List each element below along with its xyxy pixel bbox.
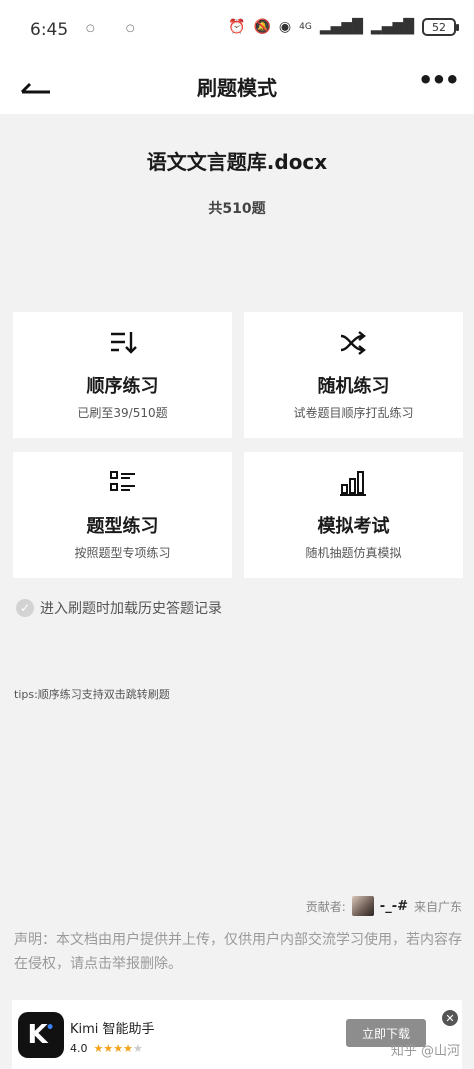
- watermark-text: 知乎 @山河: [390, 1044, 460, 1059]
- page-title: 刷题模式: [197, 76, 277, 100]
- signal-icon-2: ▂▄▆█: [370, 19, 414, 35]
- contributor-info[interactable]: 贡献者: -_-# 来自广东: [306, 896, 462, 916]
- status-notification-dots: ○ ○: [86, 23, 149, 34]
- mode-card-mock-exam[interactable]: 模拟考试 随机抽题仿真模拟: [244, 452, 463, 578]
- signal-icon: ▂▄▆█: [319, 19, 363, 35]
- question-type-list-icon: [109, 471, 135, 491]
- mode-title: 随机练习: [317, 376, 390, 397]
- mode-card-question-type[interactable]: 题型练习 按照题型专项练习: [13, 452, 232, 578]
- mode-subtitle: 已刷至39/510题: [77, 406, 168, 420]
- load-history-checkbox[interactable]: ✓ 进入刷题时加载历史答题记录: [16, 598, 222, 618]
- alarm-icon: ⏰: [228, 19, 246, 35]
- more-horizontal-icon: •••: [417, 66, 460, 94]
- battery-icon: 52: [422, 18, 459, 36]
- mode-subtitle: 试卷题目顺序打乱练习: [293, 406, 414, 420]
- ad-banner[interactable]: K • Kimi 智能助手 4.0 ★★★★★ 立即下载 ✕ 知乎 @山河: [12, 1000, 462, 1069]
- mode-title: 顺序练习: [86, 376, 159, 397]
- status-time: 6:45: [30, 20, 69, 40]
- app-header: 刷题模式 •••: [0, 56, 474, 114]
- network-type: 4G: [299, 22, 312, 32]
- tips-text: tips:顺序练习支持双击跳转刷题: [14, 688, 170, 701]
- question-count: 共510题: [208, 201, 266, 217]
- mode-card-sequential[interactable]: 顺序练习 已刷至39/510题: [13, 312, 232, 438]
- close-icon[interactable]: ✕: [442, 1010, 458, 1026]
- contributor-location: 来自广东: [413, 899, 462, 914]
- disclaimer-text[interactable]: 声明：本文档由用户提供并上传，仅供用户内部交流学习使用，若内容存在侵权，请点击举…: [14, 928, 462, 976]
- more-button[interactable]: •••: [417, 66, 460, 94]
- shuffle-icon: [340, 331, 366, 355]
- load-history-label: 进入刷题时加载历史答题记录: [40, 601, 222, 617]
- star-rating-icon: ★★★★★: [93, 1042, 143, 1055]
- sort-order-icon: [110, 332, 137, 354]
- mode-subtitle: 按照题型专项练习: [74, 546, 171, 560]
- mute-icon: 🔕: [253, 19, 271, 35]
- ad-rating-value: 4.0: [70, 1042, 88, 1055]
- status-bar: 6:45 ○ ○ ⏰ 🔕 ◉ 4G ▂▄▆█ ▂▄▆█ 52: [0, 0, 474, 56]
- hotspot-icon: ◉: [278, 19, 292, 35]
- bar-chart-icon: [339, 471, 366, 496]
- checkmark-icon: ✓: [16, 599, 34, 617]
- avatar: [351, 896, 374, 916]
- mode-title: 题型练习: [86, 516, 159, 537]
- contributor-label: 贡献者:: [305, 899, 346, 914]
- document-title: 语文文言题库.docx: [146, 150, 328, 174]
- status-icons: ⏰ 🔕 ◉ 4G ▂▄▆█ ▂▄▆█ 52: [228, 18, 459, 36]
- mode-card-random[interactable]: 随机练习 试卷题目顺序打乱练习: [244, 312, 463, 438]
- contributor-name: -_-#: [379, 898, 408, 914]
- ad-rating: 4.0 ★★★★★: [70, 1042, 143, 1055]
- ad-app-name: Kimi 智能助手: [70, 1022, 155, 1037]
- battery-level: 52: [432, 20, 446, 34]
- mode-title: 模拟考试: [317, 516, 390, 537]
- mode-subtitle: 随机抽题仿真模拟: [305, 546, 402, 560]
- kimi-logo-icon: K •: [18, 1012, 64, 1058]
